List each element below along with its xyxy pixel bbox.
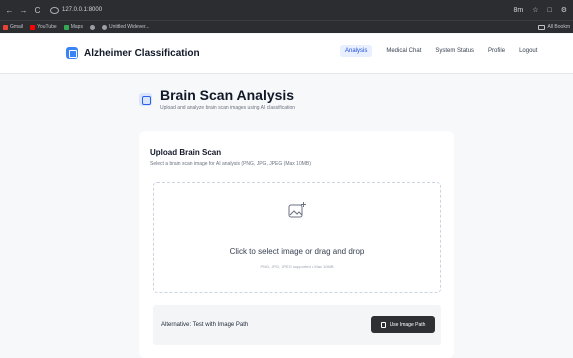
tab-icon[interactable]: □ — [547, 7, 551, 14]
nav-analysis[interactable]: Analysis — [340, 45, 373, 57]
bookmark-untitled[interactable]: Untitled Widever... — [101, 24, 150, 30]
extension-icon[interactable]: 8m — [513, 7, 523, 14]
bookmark-globe[interactable] — [89, 24, 95, 30]
nav-logout[interactable]: Logout — [519, 48, 537, 54]
page-title: Brain Scan Analysis — [160, 87, 295, 103]
bookmark-youtube[interactable]: YouTube — [30, 24, 57, 30]
dropzone-hint: PNG, JPG, JPEG supported • Max 10MB — [260, 264, 334, 269]
folder-icon — [538, 24, 546, 30]
upload-title: Upload Brain Scan — [150, 148, 222, 157]
profile-icon[interactable]: ⚙ — [561, 6, 567, 14]
page-subtitle: Upload and analyze brain scan images usi… — [160, 105, 296, 111]
nav-medical-chat[interactable]: Medical Chat — [386, 48, 421, 54]
globe-icon — [89, 24, 95, 30]
bookmark-gmail[interactable]: Gmail — [3, 24, 23, 30]
youtube-icon — [30, 24, 36, 30]
all-bookmarks[interactable]: All Bookm — [538, 24, 573, 30]
back-icon[interactable]: ← — [5, 6, 14, 15]
forward-icon[interactable]: → — [19, 6, 28, 15]
file-icon — [380, 321, 386, 328]
brand[interactable]: Alzheimer Classification — [66, 47, 200, 59]
globe-icon — [101, 24, 107, 30]
nav-system-status[interactable]: System Status — [435, 48, 474, 54]
nav-profile[interactable]: Profile — [488, 48, 505, 54]
scan-icon — [139, 93, 152, 106]
upload-subtitle: Select a brain scan image for AI analysi… — [150, 161, 311, 167]
bookmarks-bar: Gmail YouTube Maps Untitled Widever... A… — [0, 20, 573, 33]
main-nav: Analysis Medical Chat System Status Prof… — [340, 45, 537, 57]
image-dropzone[interactable]: Click to select image or drag and drop P… — [153, 182, 441, 293]
upload-card: Upload Brain Scan Select a brain scan im… — [139, 131, 454, 358]
site-info-icon[interactable] — [50, 6, 59, 14]
app-header: Alzheimer Classification Analysis Medica… — [0, 34, 573, 74]
use-image-path-label: Use Image Path — [389, 321, 426, 328]
dropzone-label: Click to select image or drag and drop — [229, 247, 365, 256]
image-upload-icon — [288, 202, 306, 218]
url-text: 127.0.0.1:8000 — [62, 7, 103, 13]
app-title: Alzheimer Classification — [84, 47, 200, 59]
browser-toolbar: ← → C 127.0.0.1:8000 8m ☆ □ ⚙ — [0, 0, 573, 20]
page-heading: Brain Scan Analysis Upload and analyze b… — [139, 87, 295, 111]
alternative-path-section: Alternative: Test with Image Path Use Im… — [153, 305, 441, 345]
bookmark-maps[interactable]: Maps — [63, 24, 83, 30]
bookmark-star-icon[interactable]: ☆ — [532, 6, 538, 14]
use-image-path-button[interactable]: Use Image Path — [371, 316, 435, 333]
alternative-label: Alternative: Test with Image Path — [161, 322, 249, 328]
gmail-icon — [3, 24, 8, 30]
address-bar[interactable]: 127.0.0.1:8000 — [50, 6, 103, 14]
reload-icon[interactable]: C — [33, 6, 42, 15]
maps-icon — [63, 24, 69, 30]
brain-logo-icon — [66, 47, 78, 59]
